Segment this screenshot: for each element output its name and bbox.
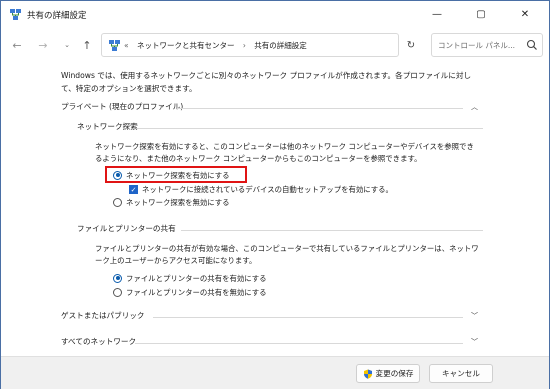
window-title: 共有の詳細設定 xyxy=(27,11,87,21)
section-guest-header[interactable]: ゲストまたはパブリック ﹀ xyxy=(61,310,483,324)
checkbox-label: ネットワークに接続されているデバイスの自動セットアップを有効にする。 xyxy=(142,184,393,194)
search-icon xyxy=(526,39,537,50)
shield-icon xyxy=(363,369,372,379)
breadcrumb-overflow[interactable]: « xyxy=(124,41,129,50)
close-icon: ✕ xyxy=(520,8,530,20)
radio-button[interactable] xyxy=(113,197,122,207)
minimize-icon: — xyxy=(432,8,442,20)
network-discovery-description: ネットワーク探索を有効にすると、このコンピューターは他のネットワーク コンピュー… xyxy=(95,142,474,163)
divider xyxy=(181,230,483,231)
cancel-label: キャンセル xyxy=(442,369,480,378)
file-printer-header: ファイルとプリンターの共有 xyxy=(77,223,483,237)
breadcrumb-item-network-center[interactable]: ネットワークと共有センター xyxy=(137,41,235,50)
footer-bar: 変更の保存 キャンセル xyxy=(1,356,549,389)
breadcrumb: « ネットワークと共有センター › 共有の詳細設定 xyxy=(124,40,313,51)
radio-file-printer-off[interactable]: ファイルとプリンターの共有を無効にする xyxy=(113,286,267,298)
file-printer-label: ファイルとプリンターの共有 xyxy=(77,224,176,233)
radio-file-printer-on[interactable]: ファイルとプリンターの共有を有効にする xyxy=(113,272,267,284)
file-printer-description: ファイルとプリンターの共有が有効な場合、このコンピューターで共有しているファイル… xyxy=(95,244,479,265)
save-label: 変更の保存 xyxy=(375,369,414,378)
section-all-networks-header[interactable]: すべてのネットワーク ﹀ xyxy=(61,336,483,350)
chevron-down-icon[interactable]: ﹀ xyxy=(471,337,478,347)
minimize-button[interactable]: — xyxy=(415,1,459,27)
section-private-label: プライベート (現在のプロファイル) xyxy=(61,102,184,111)
divider xyxy=(137,128,483,129)
divider xyxy=(153,317,463,318)
recent-locations-button[interactable]: ⌄ xyxy=(59,37,75,53)
up-button[interactable]: ↑ xyxy=(79,37,95,53)
title-bar: 共有の詳細設定 — ▢ ✕ xyxy=(1,1,549,29)
radio-label: ネットワーク探索を無効にする xyxy=(126,197,230,207)
close-button[interactable]: ✕ xyxy=(503,1,547,27)
maximize-button[interactable]: ▢ xyxy=(459,1,503,27)
radio-button[interactable] xyxy=(113,287,122,297)
settings-content: Windows では、使用するネットワークごとに別々のネットワーク プロファイル… xyxy=(1,61,549,356)
cancel-button[interactable]: キャンセル xyxy=(429,364,493,383)
section-all-label: すべてのネットワーク xyxy=(61,337,137,346)
search-input[interactable]: コントロール パネル... xyxy=(431,33,543,57)
save-changes-button[interactable]: 変更の保存 xyxy=(356,364,420,383)
radio-button-selected[interactable] xyxy=(113,273,122,283)
network-sharing-icon xyxy=(10,9,21,20)
network-discovery-header: ネットワーク探索 xyxy=(77,121,483,135)
highlight-box xyxy=(105,166,247,183)
arrow-left-icon: ← xyxy=(12,38,22,52)
chevron-down-icon[interactable]: ﹀ xyxy=(471,311,478,321)
breadcrumb-item-advanced-sharing[interactable]: 共有の詳細設定 xyxy=(254,41,307,50)
navigation-bar: ← → ⌄ ↑ « ネットワークと共有センター › 共有の詳細設定 ⌄ ↻ コン… xyxy=(1,29,549,61)
forward-button[interactable]: → xyxy=(35,37,51,53)
checkmark-icon[interactable]: ✓ xyxy=(129,184,138,194)
radio-label: ファイルとプリンターの共有を有効にする xyxy=(126,273,267,283)
section-guest-label: ゲストまたはパブリック xyxy=(61,311,145,320)
network-sharing-icon xyxy=(109,40,120,51)
radio-label: ファイルとプリンターの共有を無効にする xyxy=(126,287,267,297)
maximize-icon: ▢ xyxy=(476,8,486,20)
back-button[interactable]: ← xyxy=(9,37,25,53)
search-placeholder: コントロール パネル... xyxy=(438,41,516,50)
checkbox-auto-setup[interactable]: ✓ ネットワークに接続されているデバイスの自動セットアップを有効にする。 xyxy=(129,183,393,195)
intro-text: Windows では、使用するネットワークごとに別々のネットワーク プロファイル… xyxy=(61,71,472,93)
radio-network-discovery-off[interactable]: ネットワーク探索を無効にする xyxy=(113,196,230,208)
breadcrumb-separator: › xyxy=(242,41,246,50)
refresh-icon: ↻ xyxy=(406,39,416,51)
refresh-button[interactable]: ↻ xyxy=(403,37,419,53)
arrow-up-icon: ↑ xyxy=(82,38,92,52)
arrow-right-icon: → xyxy=(38,38,48,52)
divider xyxy=(135,343,463,344)
network-discovery-label: ネットワーク探索 xyxy=(77,122,138,131)
window: 共有の詳細設定 — ▢ ✕ ← → ⌄ ↑ « ネットワークと共有センター › … xyxy=(0,0,550,389)
section-private-header[interactable]: プライベート (現在のプロファイル) ︿ xyxy=(61,101,483,115)
address-bar[interactable]: « ネットワークと共有センター › 共有の詳細設定 ⌄ xyxy=(101,33,489,57)
divider xyxy=(177,108,463,109)
chevron-up-icon[interactable]: ︿ xyxy=(471,102,478,112)
chevron-down-icon: ⌄ xyxy=(64,41,70,49)
